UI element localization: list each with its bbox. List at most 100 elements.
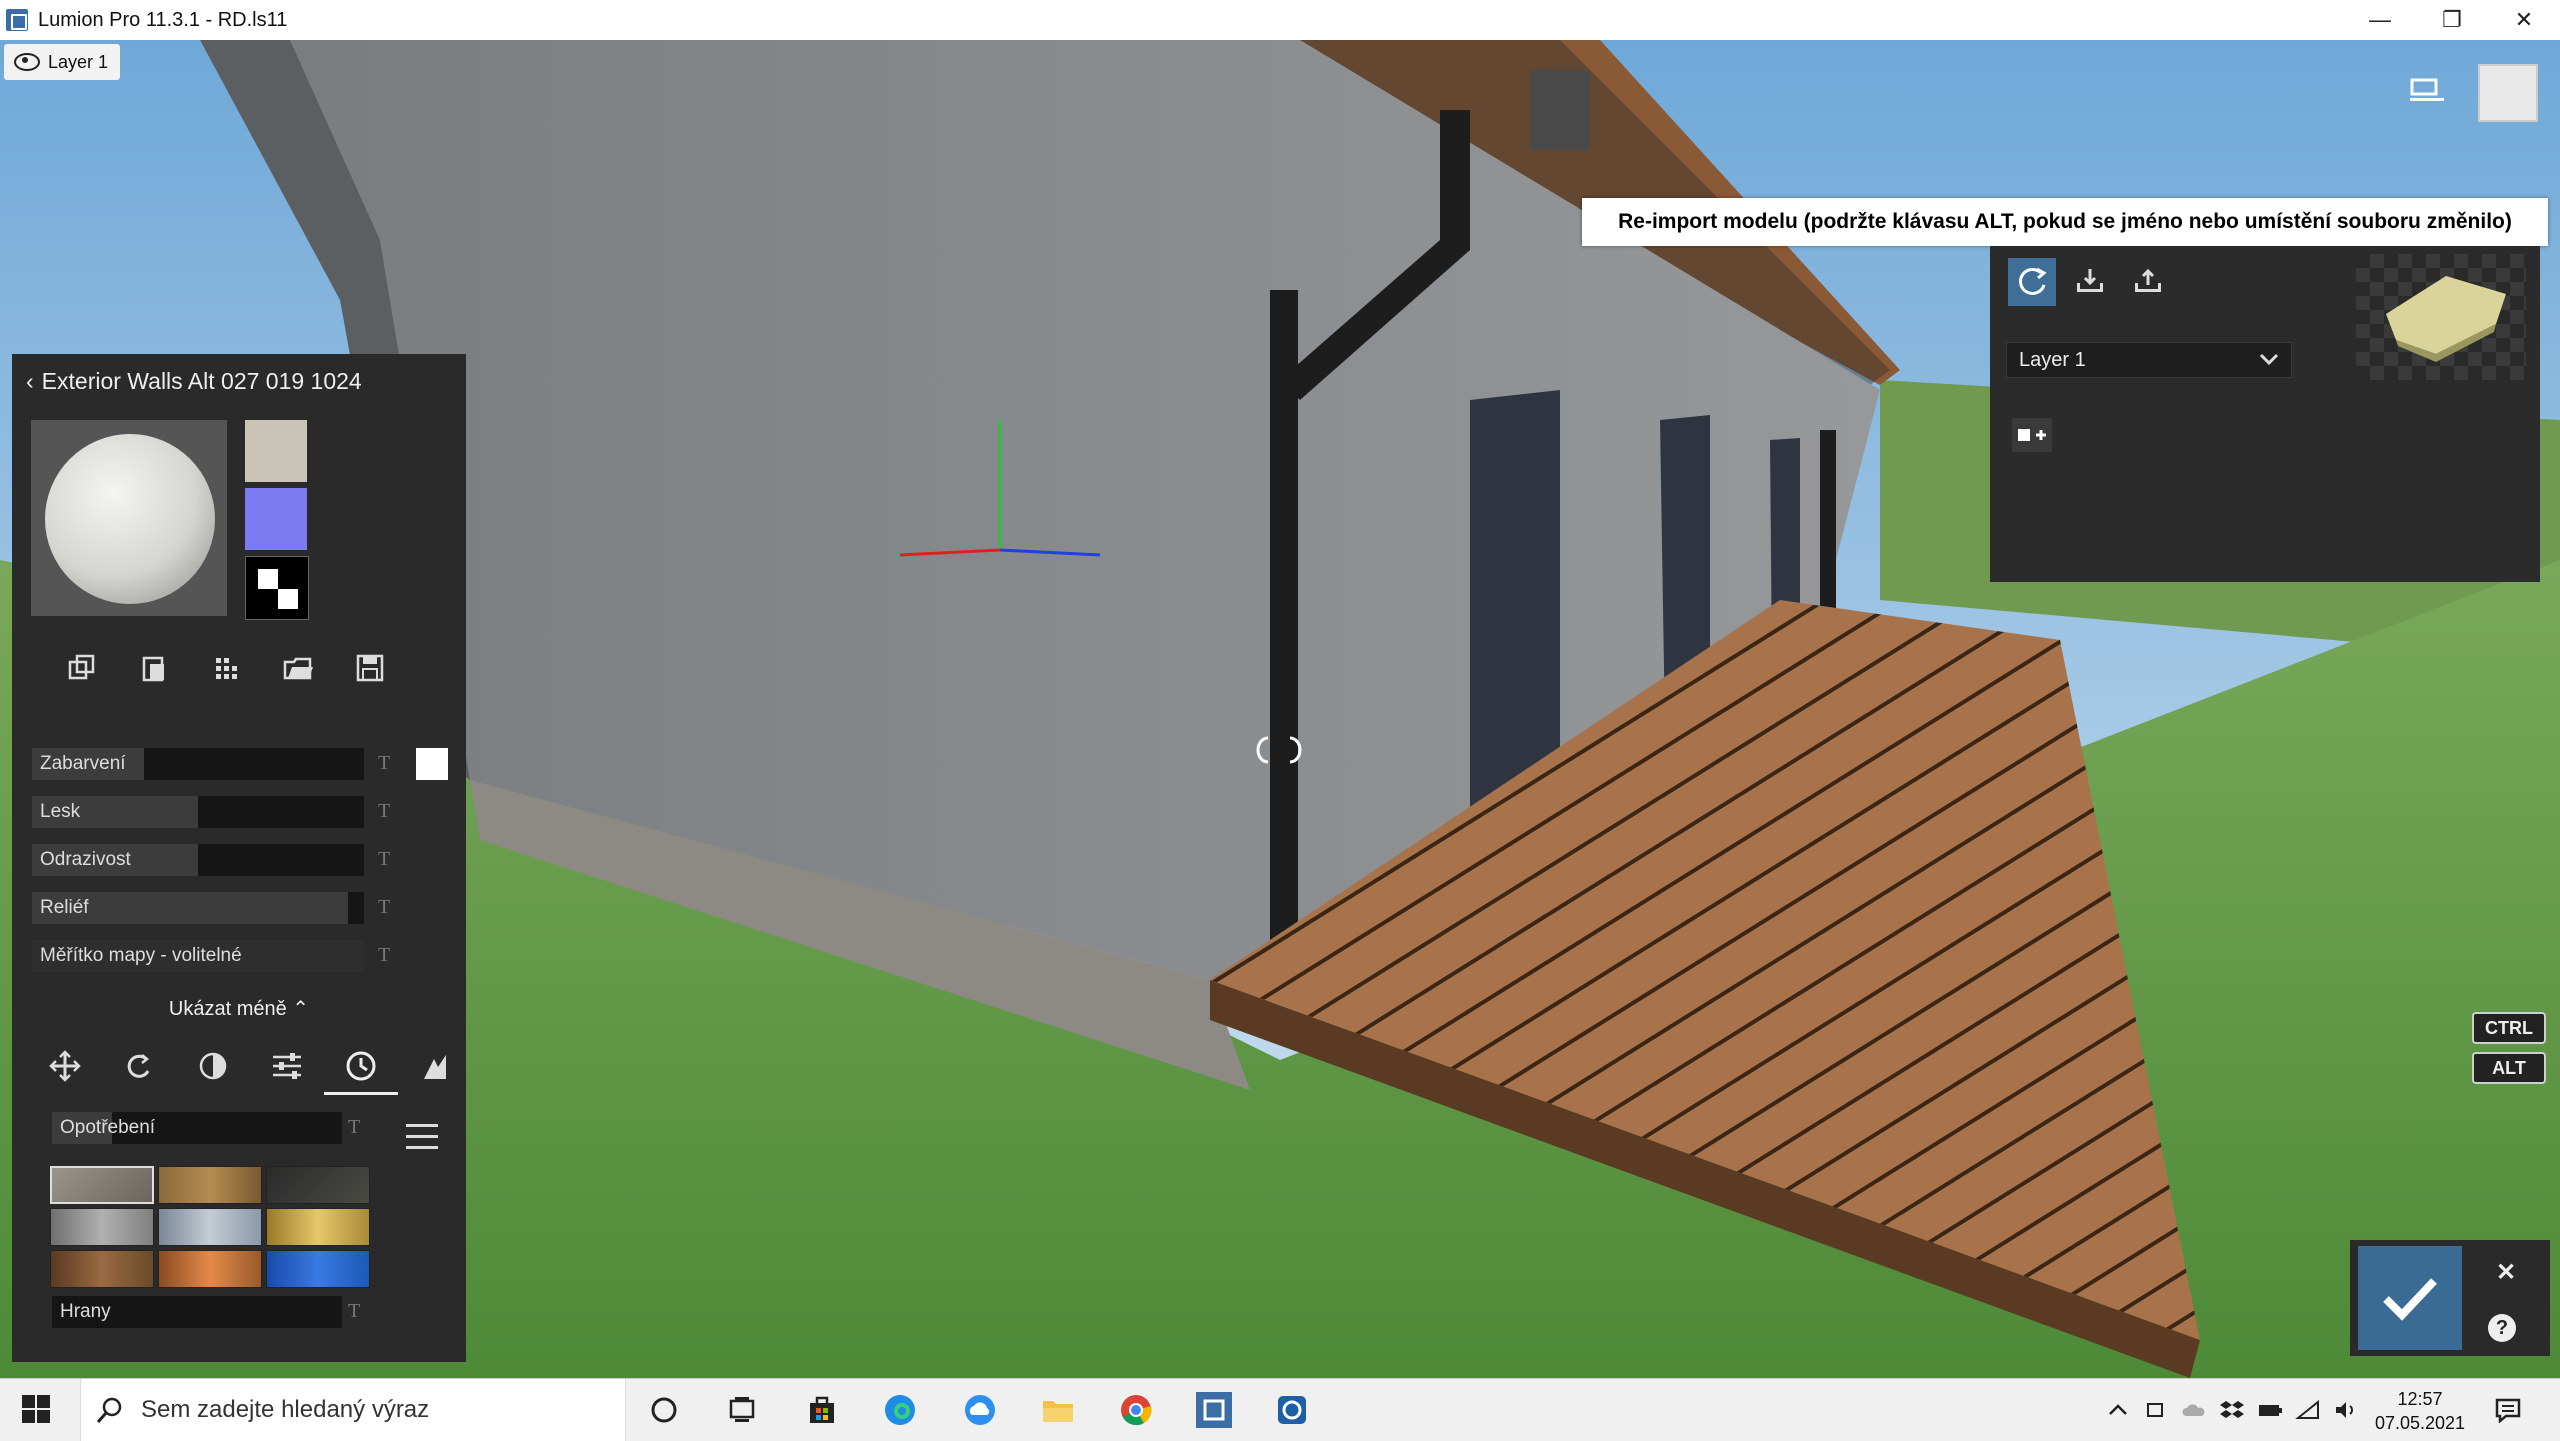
layer-select[interactable]: Layer 1 [2006, 342, 2292, 378]
add-layer-button[interactable] [2012, 418, 2052, 452]
file-explorer-icon[interactable] [1040, 1392, 1076, 1428]
refresh-icon [2019, 267, 2047, 295]
material-library-icon[interactable] [190, 646, 262, 690]
material-title: Exterior Walls Alt 027 019 1024 [41, 368, 362, 394]
texture-toggle-icon[interactable]: T [348, 1116, 360, 1139]
texture-toggle-icon[interactable]: T [378, 752, 390, 775]
minimize-button[interactable]: — [2344, 0, 2416, 40]
weathering-preset-wood[interactable] [158, 1166, 262, 1204]
edges-slider[interactable]: Hrany [52, 1296, 342, 1328]
slider-coloration[interactable]: Zabarvení [32, 748, 364, 780]
weathering-preset-steel[interactable] [158, 1208, 262, 1246]
windows-start-icon[interactable] [22, 1395, 50, 1428]
slider-gloss[interactable]: Lesk [32, 796, 364, 828]
confirm-button[interactable] [2358, 1246, 2462, 1350]
slider-map-scale[interactable]: Měřítko mapy - volitelné [32, 940, 364, 972]
cloud-app-icon[interactable] [962, 1392, 998, 1428]
texture-toggle-icon[interactable]: T [378, 800, 390, 823]
hamburger-menu-icon[interactable] [406, 1124, 438, 1155]
weathering-tab-icon[interactable] [324, 1040, 398, 1095]
texture-toggle-icon[interactable]: T [348, 1300, 360, 1323]
edges-label: Hrany [60, 1301, 111, 1322]
color-swatch[interactable] [245, 420, 307, 482]
copy-material-icon[interactable] [46, 646, 118, 690]
notifications-icon[interactable] [2490, 1392, 2526, 1428]
material-editor-panel: ‹ Exterior Walls Alt 027 019 1024 Zabarve… [12, 354, 466, 1362]
checkmark-icon [2383, 1278, 2437, 1321]
back-chevron-icon[interactable]: ‹ [26, 368, 34, 394]
weathering-preset-rust[interactable] [50, 1250, 154, 1288]
foliage-tab-icon[interactable] [398, 1040, 472, 1092]
texture-toggle-icon[interactable]: T [378, 944, 390, 967]
slider-relief[interactable]: Reliéf [32, 892, 364, 924]
system-clock[interactable]: 12:57 07.05.2021 [2360, 1387, 2480, 1435]
search-icon [96, 1397, 122, 1423]
weathering-preset-blue[interactable] [266, 1250, 370, 1288]
export-file-button[interactable] [2124, 258, 2172, 306]
settings-sliders-tab-icon[interactable] [250, 1040, 324, 1092]
meet-now-icon[interactable] [2138, 1392, 2174, 1428]
lumion-app-icon [6, 9, 28, 31]
model-thumbnail [2356, 254, 2526, 380]
alt-key-indicator: ALT [2472, 1052, 2546, 1084]
show-hidden-icons-chevron[interactable] [2100, 1392, 2136, 1428]
material-header[interactable]: ‹ Exterior Walls Alt 027 019 1024 [26, 368, 362, 395]
reimport-model-button[interactable] [2008, 258, 2056, 306]
cancel-close-icon[interactable]: ✕ [2496, 1258, 2516, 1287]
camera-view-icon[interactable] [2408, 72, 2448, 104]
weathering-label: Opotřebení [60, 1117, 156, 1138]
show-less-toggle[interactable]: Ukázat méně ⌃ [12, 996, 466, 1021]
help-icon[interactable]: ? [2488, 1314, 2516, 1342]
cortana-icon[interactable] [646, 1392, 682, 1428]
onedrive-cloud-icon[interactable] [2176, 1392, 2212, 1428]
volume-icon[interactable] [2328, 1392, 2364, 1428]
visible-layer-badge[interactable]: Layer 1 [4, 44, 121, 80]
restore-button[interactable]: ❐ [2416, 0, 2488, 40]
layer-badge-label: Layer 1 [48, 51, 109, 72]
weathering-preset-copper[interactable] [158, 1250, 262, 1288]
slider-label: Měřítko mapy - volitelné [40, 945, 242, 966]
open-folder-icon[interactable] [262, 646, 334, 690]
import-icon [2077, 269, 2103, 292]
close-button[interactable]: ✕ [2488, 0, 2560, 40]
eye-icon [14, 53, 40, 71]
import-file-button[interactable] [2066, 258, 2114, 306]
ctrl-key-indicator: CTRL [2472, 1012, 2546, 1044]
paste-material-icon[interactable] [118, 646, 190, 690]
wifi-icon[interactable] [2290, 1392, 2326, 1428]
weathering-slider[interactable]: Opotřebení [52, 1112, 342, 1144]
slider-reflectivity[interactable]: Odrazivost [32, 844, 364, 876]
window-title: Lumion Pro 11.3.1 - RD.ls11 [38, 8, 288, 31]
windows-taskbar: Sem zadejte hledaný výraz 12:57 07.05.20… [0, 1378, 2560, 1441]
taskbar-search-box[interactable]: Sem zadejte hledaný výraz [80, 1379, 626, 1441]
weathering-preset-stone[interactable] [50, 1166, 154, 1204]
texture-map-swatch[interactable] [245, 556, 309, 620]
clock-time: 12:57 [2397, 1389, 2443, 1409]
texture-toggle-icon[interactable]: T [378, 896, 390, 919]
edge-browser-icon[interactable] [882, 1392, 918, 1428]
material-preview-sphere [31, 420, 227, 616]
transparency-tab-icon[interactable] [176, 1040, 250, 1092]
lumion-taskbar-icon[interactable] [1196, 1392, 1232, 1428]
weathering-preset-gold[interactable] [266, 1208, 370, 1246]
weathering-preset-dark[interactable] [266, 1166, 370, 1204]
slider-label: Reliéf [40, 897, 89, 918]
dropbox-icon[interactable] [2214, 1392, 2250, 1428]
layer-select-value: Layer 1 [2019, 348, 2086, 371]
weathering-presets [50, 1166, 370, 1288]
save-icon[interactable] [334, 646, 406, 690]
add-layer-icon [2018, 429, 2046, 441]
rotate-tab-icon[interactable] [102, 1040, 176, 1092]
move-tab-icon[interactable] [28, 1040, 102, 1092]
sketchup-taskbar-icon[interactable] [1274, 1392, 1310, 1428]
store-icon[interactable] [804, 1392, 840, 1428]
reimport-tooltip: Re-import modelu (podržte klávasu ALT, p… [1582, 198, 2548, 246]
coloration-color-swatch[interactable] [416, 748, 448, 780]
task-view-icon[interactable] [724, 1392, 760, 1428]
preview-thumbnail[interactable] [2478, 64, 2538, 122]
weathering-preset-metal[interactable] [50, 1208, 154, 1246]
chrome-browser-icon[interactable] [1118, 1392, 1154, 1428]
normal-map-swatch[interactable] [245, 488, 307, 550]
texture-toggle-icon[interactable]: T [378, 848, 390, 871]
battery-icon[interactable] [2252, 1392, 2288, 1428]
